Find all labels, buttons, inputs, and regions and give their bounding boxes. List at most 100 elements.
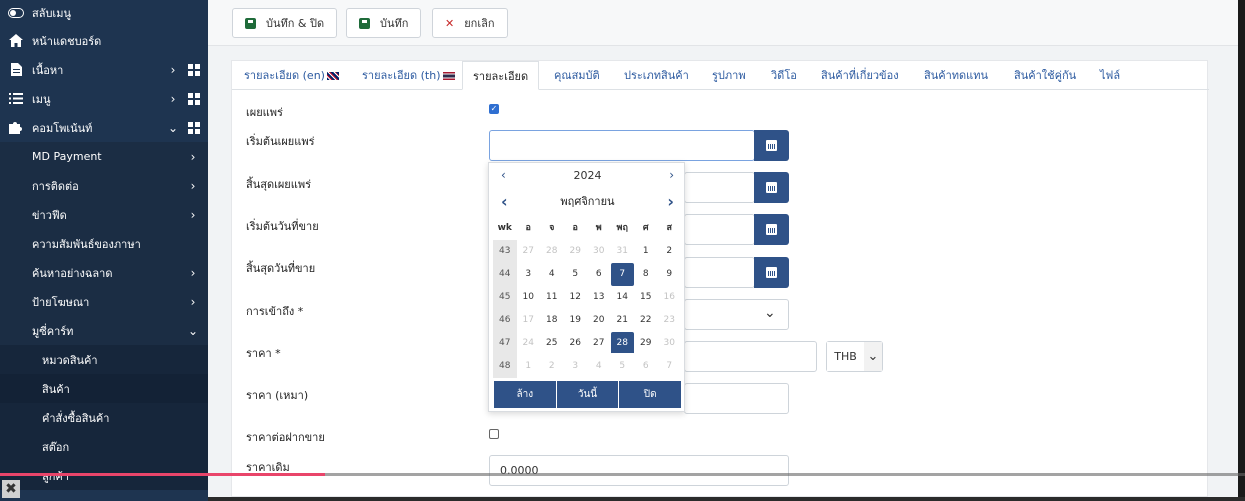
sale-start-calendar-button[interactable] — [754, 214, 789, 245]
calendar-day[interactable]: 19 — [564, 309, 588, 332]
calendar-day[interactable]: 13 — [587, 286, 611, 309]
sale-end-calendar-button[interactable] — [754, 257, 789, 288]
tab-details[interactable]: รายละเอียด — [462, 61, 540, 90]
calendar-day[interactable]: 9 — [658, 263, 682, 286]
calendar-day[interactable]: 30 — [658, 332, 682, 355]
calendar-day[interactable]: 28 — [540, 240, 564, 263]
calendar-day[interactable]: 27 — [587, 332, 611, 355]
calendar-day[interactable]: 3 — [517, 263, 541, 286]
sidebar-subitem-associations[interactable]: ความสัมพันธ์ของภาษา — [0, 229, 208, 258]
cancel-button[interactable]: ✕ ยกเลิก — [432, 8, 508, 38]
calendar-day[interactable]: 30 — [587, 240, 611, 263]
scrollbar[interactable] — [1238, 0, 1245, 497]
sidebar-subitem-musicart[interactable]: มูซี่คาร์ท ⌄ — [0, 316, 208, 345]
calendar-day[interactable]: 17 — [517, 309, 541, 332]
calendar-clear-button[interactable]: ล้าง — [494, 381, 557, 408]
sidebar-item-content[interactable]: เนื้อหา › — [0, 55, 208, 84]
calendar-day[interactable]: 12 — [564, 286, 588, 309]
bulk-price-input[interactable] — [684, 383, 789, 414]
chevron-right-icon[interactable]: › — [166, 63, 180, 77]
tab-details-th[interactable]: รายละเอียด (th) — [362, 61, 455, 90]
calendar-day[interactable]: 18 — [540, 309, 564, 332]
sidebar-subitem-contact[interactable]: การติดต่อ › — [0, 171, 208, 200]
publish-start-calendar-button[interactable] — [754, 130, 789, 161]
tab-videos[interactable]: วิดีโอ — [771, 61, 797, 90]
consign-price-checkbox[interactable] — [489, 429, 499, 439]
video-progress-remaining[interactable] — [325, 473, 1245, 476]
calendar-day[interactable]: 5 — [564, 263, 588, 286]
calendar-day[interactable]: 29 — [634, 332, 658, 355]
calendar-day[interactable]: 15 — [634, 286, 658, 309]
calendar-day[interactable]: 25 — [540, 332, 564, 355]
sidebar-toggle[interactable]: สลับเมนู — [0, 0, 208, 26]
calendar-day[interactable]: 1 — [634, 240, 658, 263]
calendar-day[interactable]: 2 — [540, 355, 564, 378]
calendar-day[interactable]: 10 — [517, 286, 541, 309]
calendar-day[interactable]: 1 — [517, 355, 541, 378]
calendar-today-button[interactable]: วันนี้ — [556, 381, 620, 408]
tab-substitute-products[interactable]: สินค้าทดแทน — [924, 61, 988, 90]
tab-files[interactable]: ไฟล์ — [1100, 61, 1120, 90]
prev-month-icon[interactable]: ‹ — [501, 192, 508, 211]
calendar-day[interactable]: 4 — [587, 355, 611, 378]
calendar-day[interactable]: 4 — [540, 263, 564, 286]
published-checkbox[interactable]: ✓ — [489, 104, 499, 114]
sidebar-item-dashboard[interactable]: หน้าแดชบอร์ด — [0, 26, 208, 55]
sidebar-item-components[interactable]: คอมโพเน้นท์ ⌄ — [0, 113, 208, 142]
grid-icon[interactable] — [188, 92, 200, 105]
calendar-day[interactable]: 6 — [634, 355, 658, 378]
original-price-input[interactable]: 0.0000 — [489, 455, 789, 486]
calendar-close-button[interactable]: ปิด — [619, 381, 682, 408]
tab-properties[interactable]: คุณสมบัติ — [554, 61, 600, 90]
calendar-day[interactable]: 27 — [517, 240, 541, 263]
calendar-day[interactable]: 14 — [611, 286, 635, 309]
save-button[interactable]: บันทึก — [346, 8, 422, 38]
calendar-day[interactable]: 8 — [634, 263, 658, 286]
publish-end-calendar-button[interactable] — [754, 172, 789, 203]
calendar-day[interactable]: 31 — [611, 240, 635, 263]
price-input[interactable] — [684, 341, 817, 372]
calendar-day[interactable]: 20 — [587, 309, 611, 332]
tab-companion-products[interactable]: สินค้าใช้คู่กัน — [1014, 61, 1076, 90]
calendar-day[interactable]: 2 — [658, 240, 682, 263]
calendar-day[interactable]: 3 — [564, 355, 588, 378]
publish-start-input[interactable] — [489, 130, 755, 161]
calendar-day[interactable]: 16 — [658, 286, 682, 309]
calendar-day[interactable]: 7 — [658, 355, 682, 378]
sale-end-input[interactable] — [684, 257, 755, 288]
calendar-day[interactable]: 21 — [611, 309, 635, 332]
tab-details-en[interactable]: รายละเอียด (en) — [244, 61, 339, 90]
tab-product-type[interactable]: ประเภทสินค้า — [624, 61, 689, 90]
prev-year-icon[interactable]: ‹ — [501, 168, 506, 182]
sidebar-subitem-smart-search[interactable]: ค้นหาอย่างฉลาด › — [0, 258, 208, 287]
calendar-day[interactable]: 24 — [517, 332, 541, 355]
next-year-icon[interactable]: › — [669, 168, 674, 182]
tab-images[interactable]: รูปภาพ — [712, 61, 746, 90]
sidebar-cart-item-categories[interactable]: หมวดสินค้า — [0, 345, 208, 374]
publish-end-input[interactable] — [684, 172, 755, 203]
sale-start-input[interactable] — [684, 214, 755, 245]
calendar-day-hovered[interactable]: 7 — [610, 263, 634, 286]
grid-icon[interactable] — [188, 63, 200, 76]
sidebar-cart-item-products[interactable]: สินค้า — [0, 374, 208, 403]
grid-icon[interactable] — [188, 121, 200, 134]
sidebar-subitem-md-payment[interactable]: MD Payment › — [0, 142, 208, 171]
calendar-day[interactable]: 29 — [564, 240, 588, 263]
sidebar-item-menu[interactable]: เมนู › — [0, 84, 208, 113]
calendar-day[interactable]: 26 — [564, 332, 588, 355]
calendar-day-today[interactable]: 28 — [610, 332, 634, 355]
calendar-day[interactable]: 6 — [587, 263, 611, 286]
calendar-day[interactable]: 11 — [540, 286, 564, 309]
next-month-icon[interactable]: › — [667, 192, 674, 211]
calendar-day[interactable]: 5 — [611, 355, 635, 378]
sidebar-subitem-newsfeed[interactable]: ข่าวฟีด › — [0, 200, 208, 229]
chevron-down-icon[interactable]: ⌄ — [166, 121, 180, 135]
sidebar-cart-item-orders[interactable]: คำสั่งซื้อสินค้า — [0, 403, 208, 432]
video-progress-played[interactable] — [0, 473, 325, 476]
tab-related-products[interactable]: สินค้าที่เกี่ยวข้อง — [821, 61, 899, 90]
currency-select[interactable]: THB ⌄ — [826, 341, 883, 372]
save-close-button[interactable]: บันทึก & ปิด — [232, 8, 338, 38]
calendar-day[interactable]: 23 — [658, 309, 682, 332]
chevron-right-icon[interactable]: › — [166, 92, 180, 106]
calendar-day[interactable]: 22 — [634, 309, 658, 332]
